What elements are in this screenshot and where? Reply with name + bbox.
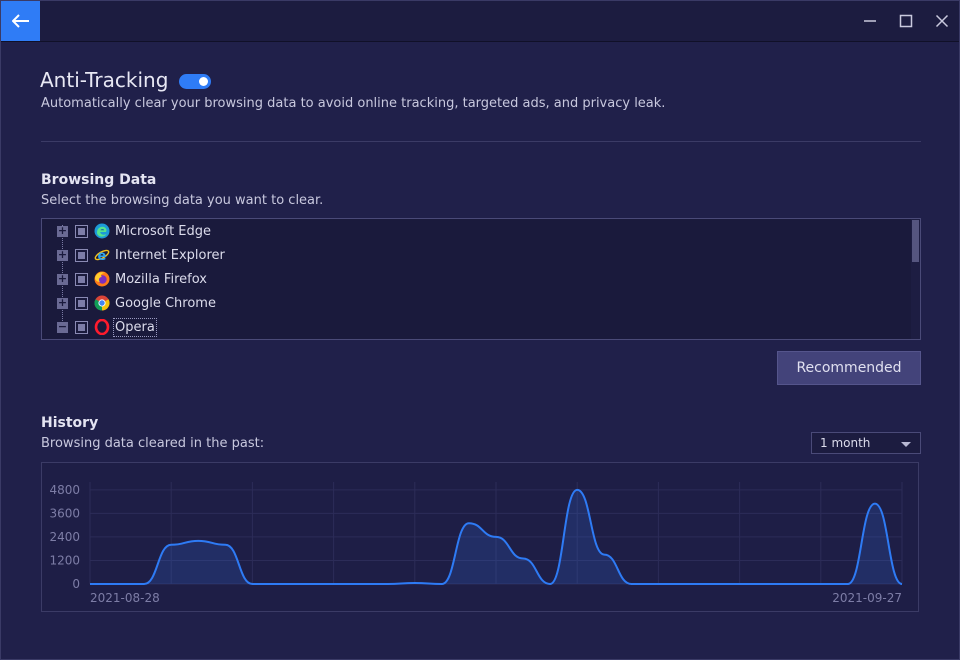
- period-dropdown[interactable]: 1 month: [811, 432, 921, 454]
- browser-label: Google Chrome: [115, 295, 216, 311]
- y-tick-label: 2400: [49, 530, 80, 544]
- maximize-icon: [899, 14, 913, 28]
- internet-explorer-icon: e: [94, 249, 110, 263]
- expand-toggle[interactable]: +: [57, 249, 68, 261]
- firefox-icon: [94, 271, 110, 287]
- recommended-button[interactable]: Recommended: [777, 351, 921, 385]
- arrow-left-icon: [11, 14, 29, 28]
- y-tick-label: 1200: [49, 553, 80, 567]
- maximize-button[interactable]: [895, 11, 917, 31]
- tree-row-edge[interactable]: + Microsoft Edge: [42, 220, 902, 242]
- expand-toggle[interactable]: +: [57, 297, 68, 309]
- y-tick-label: 3600: [49, 506, 80, 520]
- x-end-label: 2021-09-27: [832, 591, 902, 605]
- toggle-knob: [199, 76, 209, 86]
- minimize-icon: [864, 20, 876, 22]
- history-chart: 0 1200 2400 3600 4800 2021-08-28 2021-09-27: [41, 462, 919, 612]
- edge-icon: [94, 223, 110, 239]
- browser-tree: + Microsoft Edge + e Internet Explorer +…: [41, 218, 921, 340]
- anti-tracking-toggle[interactable]: [179, 73, 212, 89]
- chrome-icon: [94, 295, 110, 311]
- minimize-button[interactable]: [859, 11, 881, 31]
- browser-label: Mozilla Firefox: [115, 271, 207, 287]
- browser-label: Microsoft Edge: [115, 223, 212, 239]
- history-title: History: [41, 415, 99, 431]
- tree-row-opera[interactable]: − Opera: [42, 316, 902, 338]
- firefox-checkbox[interactable]: [75, 272, 88, 286]
- scroll-thumb[interactable]: [912, 220, 919, 262]
- back-button[interactable]: [1, 1, 40, 41]
- browsing-data-description: Select the browsing data you want to cle…: [41, 193, 324, 208]
- chrome-checkbox[interactable]: [75, 296, 88, 310]
- history-chart-svg: 0 1200 2400 3600 4800 2021-08-28 2021-09-27: [49, 482, 903, 605]
- edge-checkbox[interactable]: [75, 224, 88, 238]
- app-window: Anti-Tracking Automatically clear your b…: [0, 0, 960, 660]
- divider: [41, 141, 921, 142]
- collapse-toggle[interactable]: −: [57, 321, 68, 333]
- tree-row-firefox[interactable]: + Mozilla Firefox: [42, 268, 902, 290]
- history-description: Browsing data cleared in the past:: [41, 436, 265, 451]
- title-bar: [1, 1, 959, 42]
- page-subtitle: Automatically clear your browsing data t…: [41, 96, 666, 111]
- period-value: 1 month: [820, 436, 871, 450]
- tree-row-internet-explorer[interactable]: + e Internet Explorer: [42, 244, 902, 266]
- opera-checkbox[interactable]: [75, 320, 88, 334]
- expand-toggle[interactable]: +: [57, 273, 68, 285]
- y-tick-label: 0: [72, 577, 80, 591]
- chevron-down-icon: [901, 442, 911, 447]
- browser-label: Internet Explorer: [115, 247, 225, 263]
- y-tick-label: 4800: [49, 483, 80, 497]
- tree-scrollbar[interactable]: [911, 219, 920, 339]
- browsing-data-title: Browsing Data: [41, 172, 157, 188]
- internet-explorer-checkbox[interactable]: [75, 248, 88, 262]
- page-title: Anti-Tracking: [40, 68, 169, 92]
- close-icon: [935, 14, 949, 28]
- x-start-label: 2021-08-28: [90, 591, 160, 605]
- opera-icon: [94, 319, 110, 335]
- svg-text:e: e: [98, 249, 107, 263]
- tree-row-chrome[interactable]: + Google Chrome: [42, 292, 902, 314]
- expand-toggle[interactable]: +: [57, 225, 68, 237]
- close-button[interactable]: [931, 11, 953, 31]
- anti-tracking-header: Anti-Tracking: [40, 68, 212, 92]
- browser-label: Opera: [113, 317, 157, 337]
